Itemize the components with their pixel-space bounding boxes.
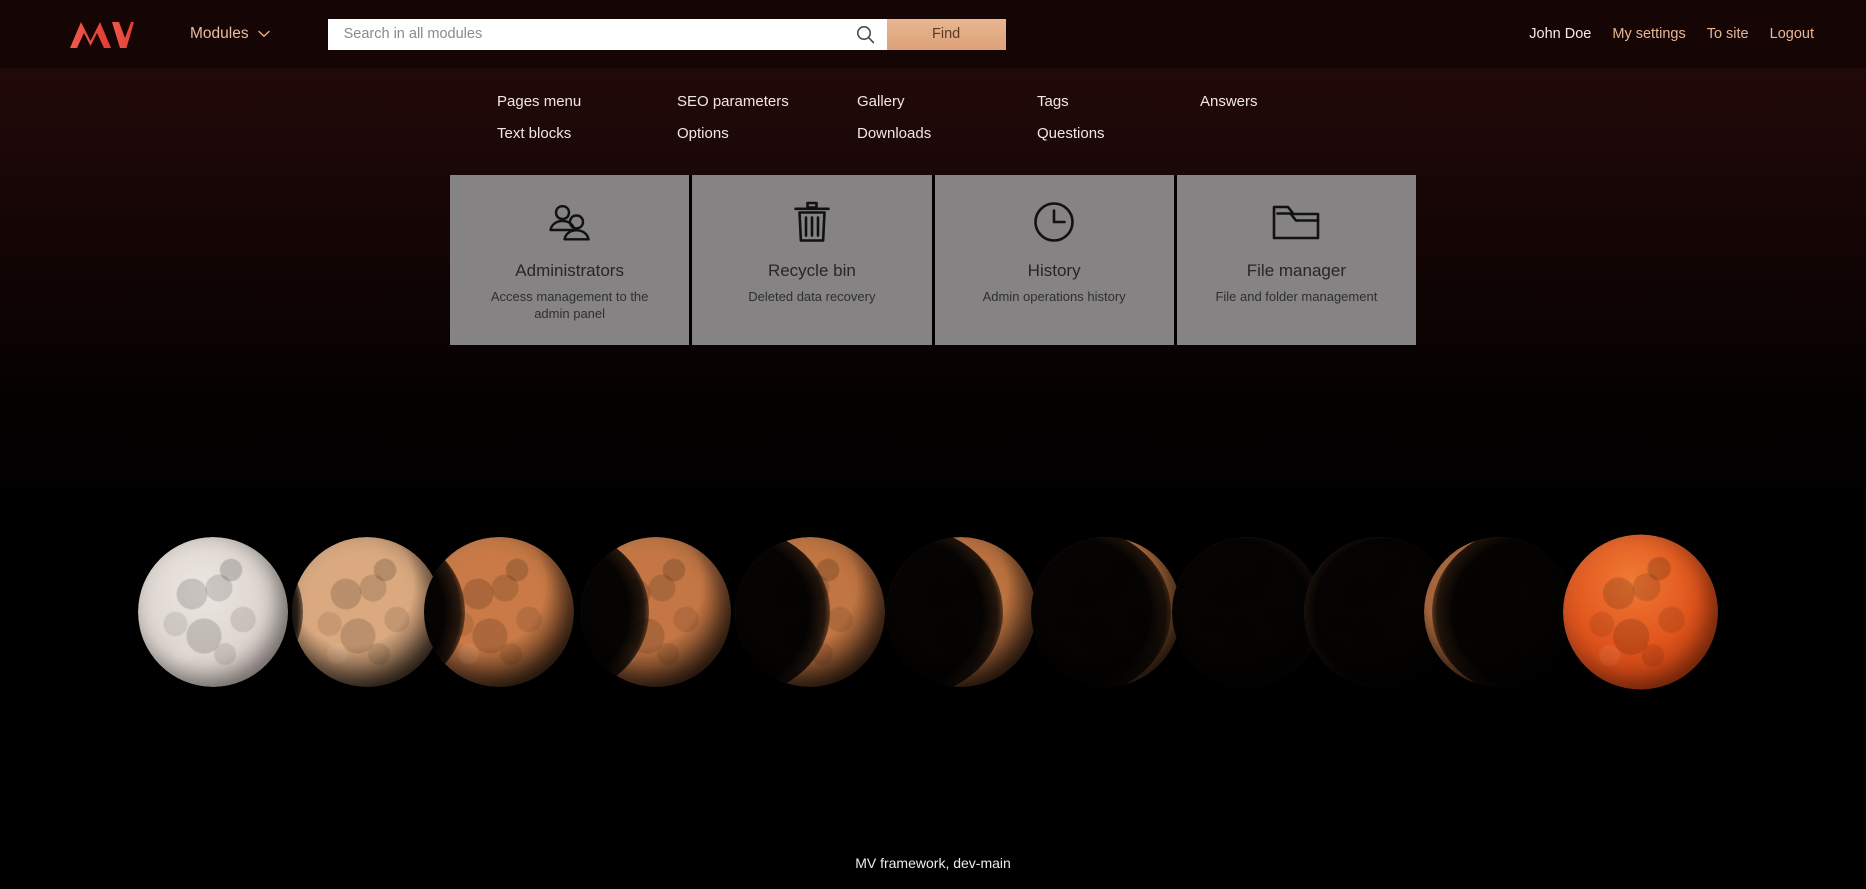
card-title: Administrators xyxy=(515,261,624,280)
search-icon[interactable] xyxy=(856,25,875,44)
logout-link[interactable]: Logout xyxy=(1770,26,1814,42)
top-bar: Modules Find John Doe My settings To sit… xyxy=(0,0,1866,68)
search-box[interactable] xyxy=(327,18,887,50)
clock-icon xyxy=(1032,197,1076,247)
modules-dropdown-label: Modules xyxy=(190,25,249,42)
top-right-nav: John Doe My settings To site Logout xyxy=(1529,26,1814,42)
chevron-down-icon xyxy=(257,30,270,37)
modules-menu-grid: Pages menu SEO parameters Gallery Tags A… xyxy=(497,92,1866,144)
card-title: File manager xyxy=(1246,261,1346,280)
menu-item-tags[interactable]: Tags xyxy=(1037,92,1200,112)
mv-logo[interactable] xyxy=(70,19,134,49)
modules-dropdown-button[interactable]: Modules xyxy=(190,25,270,43)
card-title: History xyxy=(1027,261,1081,280)
moon-phase-3 xyxy=(424,537,574,687)
menu-item-answers[interactable]: Answers xyxy=(1200,92,1866,112)
card-description: Admin operations history xyxy=(982,289,1126,304)
umbra-shadow xyxy=(292,537,304,687)
lunar-eclipse-sequence xyxy=(138,522,1728,702)
shortcut-cards: Administrators Access management to the … xyxy=(450,175,1416,345)
modules-menu: Pages menu SEO parameters Gallery Tags A… xyxy=(0,92,1866,144)
card-administrators[interactable]: Administrators Access management to the … xyxy=(450,175,690,345)
menu-item-gallery[interactable]: Gallery xyxy=(857,92,1037,112)
menu-item-questions[interactable]: Questions xyxy=(1037,124,1200,144)
card-history[interactable]: History Admin operations history xyxy=(934,175,1174,345)
menu-item-pages-menu[interactable]: Pages menu xyxy=(497,92,677,112)
folder-icon xyxy=(1271,197,1321,247)
search-group: Find xyxy=(327,18,1006,50)
moon-phase-6 xyxy=(886,537,1036,687)
find-button[interactable]: Find xyxy=(886,18,1006,50)
card-title: Recycle bin xyxy=(767,261,856,280)
menu-item-text-blocks[interactable]: Text blocks xyxy=(497,124,677,144)
moon-phase-8 xyxy=(1172,537,1322,687)
my-settings-link[interactable]: My settings xyxy=(1612,26,1685,42)
moon-phase-2 xyxy=(292,537,442,687)
moon-phase-7 xyxy=(1031,537,1181,687)
umbra-shadow xyxy=(1031,537,1171,687)
shortcut-cards-section: Administrators Access management to the … xyxy=(0,175,1866,345)
menu-item-options[interactable]: Options xyxy=(677,124,857,144)
users-icon xyxy=(547,197,593,247)
moon-phase-10 xyxy=(1424,537,1574,687)
umbra-shadow xyxy=(1431,537,1574,687)
to-site-link[interactable]: To site xyxy=(1707,26,1749,42)
footer-text: MV framework, dev-main xyxy=(855,855,1011,871)
moon-phase-1 xyxy=(138,537,288,687)
card-file-manager[interactable]: File manager File and folder management xyxy=(1176,175,1416,345)
umbra-shadow xyxy=(1172,537,1322,687)
card-recycle-bin[interactable]: Recycle bin Deleted data recovery xyxy=(692,175,932,345)
search-input[interactable] xyxy=(343,18,848,50)
moon-phase-4 xyxy=(581,537,731,687)
moon-phase-11 xyxy=(1563,534,1718,690)
hero-image xyxy=(0,522,1866,702)
moon-phase-5 xyxy=(735,537,885,687)
card-description: Access management to the admin panel xyxy=(490,289,649,321)
menu-item-downloads[interactable]: Downloads xyxy=(857,124,1037,144)
card-description: File and folder management xyxy=(1215,289,1378,304)
trash-icon xyxy=(793,197,831,247)
user-name[interactable]: John Doe xyxy=(1529,26,1591,42)
menu-item-seo-parameters[interactable]: SEO parameters xyxy=(677,92,857,112)
menu-empty-cell xyxy=(1200,124,1866,144)
card-description: Deleted data recovery xyxy=(748,289,876,304)
admin-panel-page: Modules Find John Doe My settings To sit… xyxy=(0,0,1866,889)
